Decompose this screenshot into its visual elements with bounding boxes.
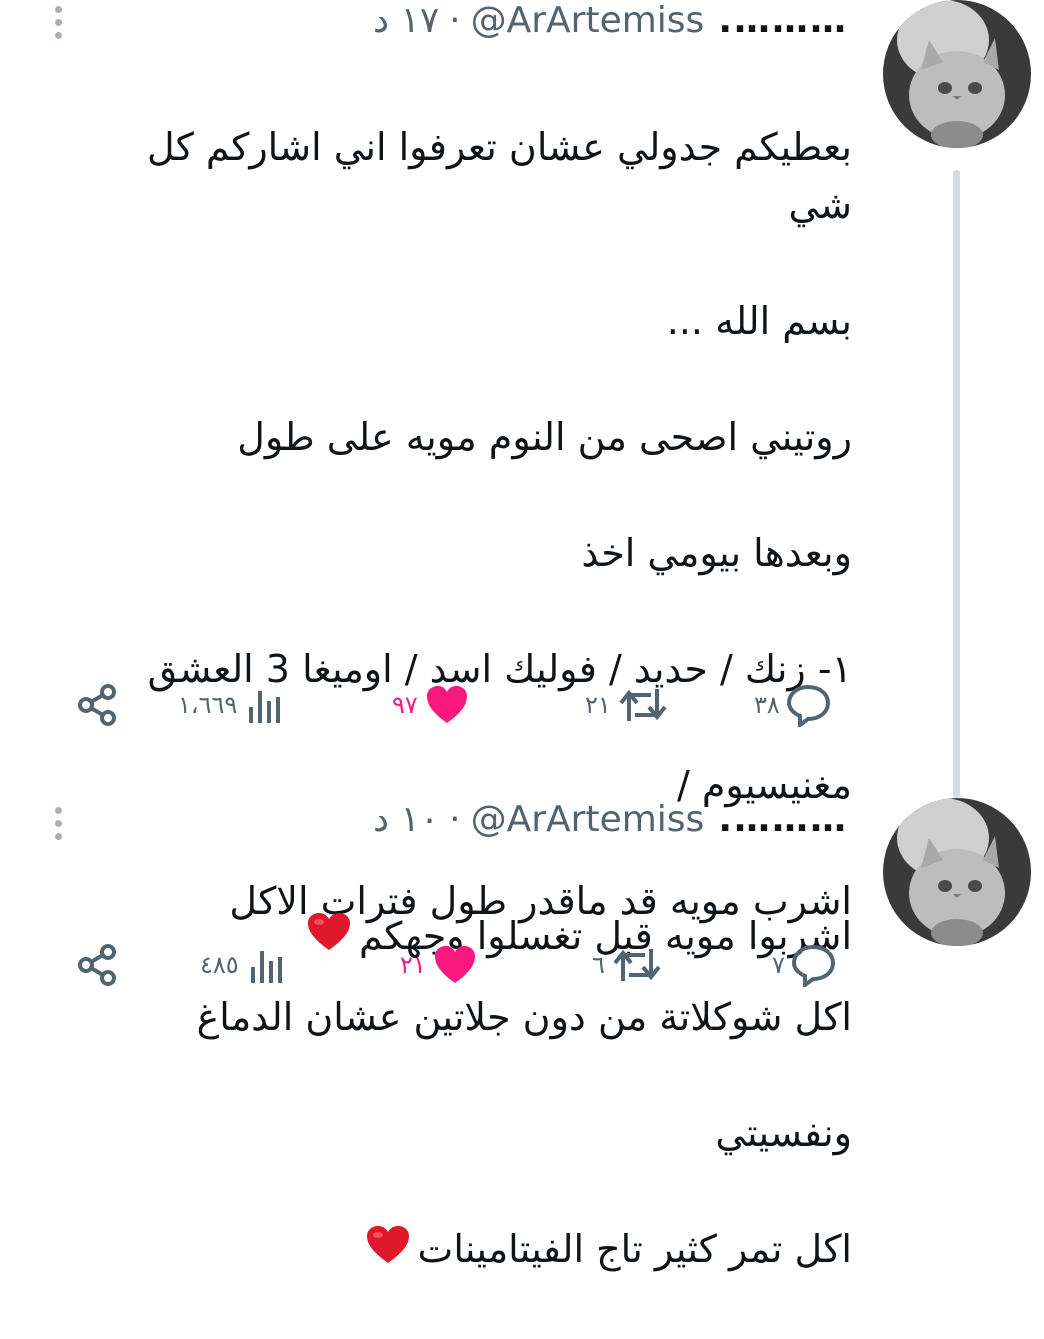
retweets-count: ٢١	[585, 691, 611, 719]
tweet-2[interactable]: ………. @ArArtemiss · ١٠ د اشربوا مويه قبل …	[0, 797, 1044, 987]
tweet-line: اكل تمر كثير تاج الفيتامينات	[417, 1227, 852, 1271]
retweet-button[interactable]: ٢١	[585, 680, 669, 730]
display-name[interactable]: ……….	[718, 799, 848, 840]
tweet-line: وبعدها بيومي اخذ	[581, 531, 852, 575]
likes-count: ٩٧	[392, 691, 418, 719]
tweet-header: ………. @ArArtemiss · ١٠ د	[373, 798, 848, 840]
retweet-icon	[619, 689, 667, 721]
views-count: ١،٦٦٩	[178, 691, 238, 719]
tweet-1[interactable]: ………. @ArArtemiss · ١٧ د بعطيكم جدولي عشا…	[0, 0, 1044, 1271]
tweet-header: ………. @ArArtemiss · ١٧ د	[373, 0, 848, 41]
views-button[interactable]: ١،٦٦٩	[178, 680, 287, 730]
like-button[interactable]: ٩٧	[392, 680, 470, 730]
tweet-text: اشربوا مويه قبل تغسلوا وجهكم	[72, 849, 852, 1026]
tweet-line: بعطيكم جدولي عشان تعرفوا اني اشاركم كل ش…	[146, 125, 852, 227]
retweets-count: ٦	[592, 951, 605, 979]
more-options-icon[interactable]	[55, 6, 65, 39]
share-button[interactable]	[76, 940, 120, 990]
views-button[interactable]: ٤٨٥	[200, 940, 289, 990]
tweet-line: ونفسيتي	[715, 1111, 852, 1155]
timestamp[interactable]: ١٧ د	[373, 0, 439, 41]
red-heart-emoji-icon	[366, 1223, 410, 1281]
reply-bubble-icon	[786, 684, 830, 727]
display-name[interactable]: ……….	[718, 0, 848, 41]
views-bar-chart-icon	[250, 951, 282, 983]
replies-count: ٣٨	[754, 691, 780, 719]
username[interactable]: @ArArtemiss	[471, 0, 705, 41]
timestamp[interactable]: ١٠ د	[373, 799, 439, 840]
views-count: ٤٨٥	[200, 951, 239, 979]
retweet-icon	[613, 949, 661, 981]
share-icon	[78, 684, 116, 726]
separator-dot: ·	[449, 0, 461, 41]
avatar[interactable]	[883, 798, 1031, 946]
retweet-button[interactable]: ٦	[592, 940, 663, 990]
reply-button[interactable]: ٧	[772, 940, 837, 990]
like-button[interactable]: ٢١	[400, 940, 478, 990]
heart-icon	[426, 686, 467, 723]
tweet-line: بسم الله ...	[666, 299, 852, 343]
more-options-icon[interactable]	[55, 807, 65, 840]
kitten-avatar-image	[883, 0, 1031, 148]
tweet-actions: ٤٨٥ ٢١ ٦ ٧	[0, 940, 1044, 990]
views-bar-chart-icon	[249, 691, 281, 723]
separator-dot: ·	[449, 798, 461, 840]
share-icon	[78, 944, 116, 986]
tweet-actions: ١،٦٦٩ ٩٧ ٢١ ٣٨	[0, 680, 1044, 730]
replies-count: ٧	[772, 951, 785, 979]
tweet-line: روتيني اصحى من النوم مويه على طول	[237, 415, 852, 459]
username[interactable]: @ArArtemiss	[471, 799, 705, 840]
reply-button[interactable]: ٣٨	[754, 680, 832, 730]
tweet-line-with-emoji: اكل تمر كثير تاج الفيتامينات	[72, 1220, 852, 1281]
avatar[interactable]	[883, 0, 1031, 148]
likes-count: ٢١	[400, 951, 426, 979]
heart-icon	[434, 946, 475, 983]
kitten-avatar-image	[883, 798, 1031, 946]
share-button[interactable]	[76, 680, 120, 730]
reply-bubble-icon	[791, 944, 835, 987]
